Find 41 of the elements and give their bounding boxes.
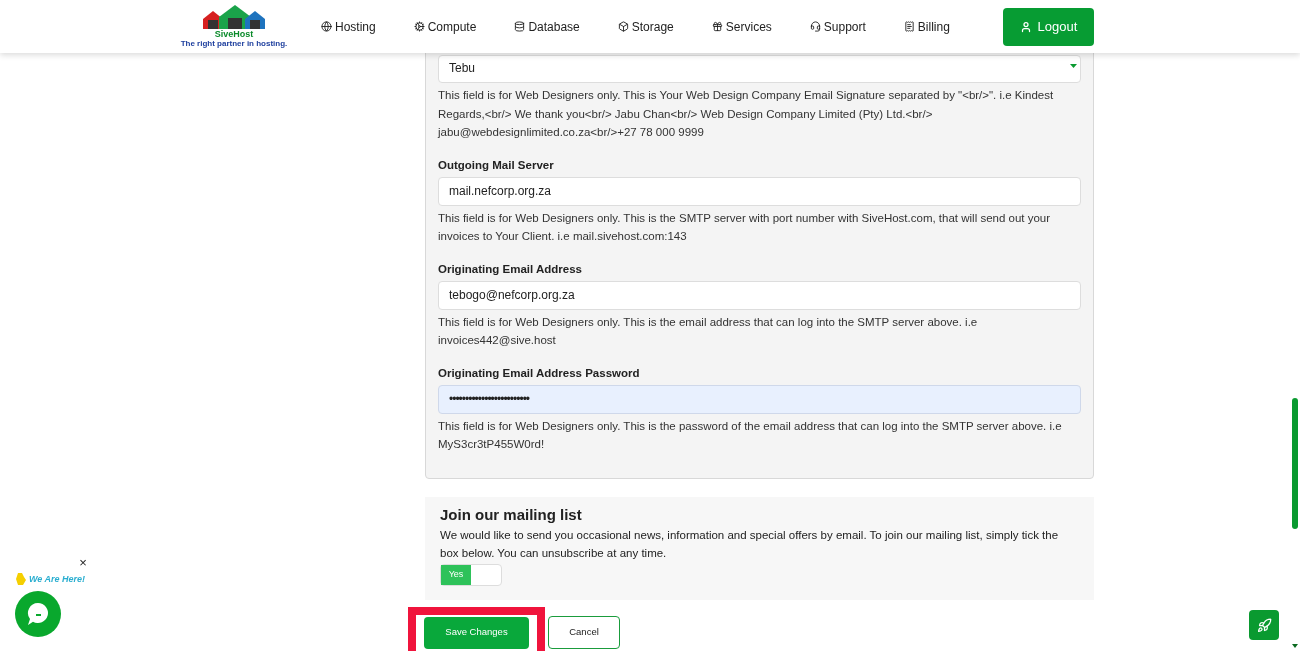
- text-field[interactable]: mail.nefcorp.org.za: [438, 176, 1081, 206]
- houses-logo-icon: [201, 5, 267, 29]
- text-field[interactable]: tebogo@nefcorp.org.za: [438, 280, 1081, 310]
- scroll-down-icon: [1292, 644, 1298, 648]
- receipt-icon: [903, 21, 915, 32]
- field-label: Originating Email Address: [438, 261, 583, 277]
- gear-icon: [413, 21, 425, 32]
- nav-link[interactable]: Billing: [903, 17, 950, 36]
- mailing-list-title: Join our mailing list: [440, 505, 583, 524]
- field-label: Originating Email Address Password: [438, 365, 641, 381]
- back-to-top-button[interactable]: [1249, 610, 1279, 640]
- signature-textarea[interactable]: Tebu: [438, 55, 1081, 83]
- nav-link[interactable]: Storage: [617, 17, 674, 36]
- field-help-text: This field is for Web Designers only. This is the password of the email address that can log into the SMTP server above. i.e MyS3cr3tP455W0rd!: [438, 418, 1063, 452]
- nav-link[interactable]: Hosting: [321, 17, 376, 36]
- box-icon: [617, 21, 629, 32]
- globe-icon: [321, 21, 332, 32]
- user-icon: [1019, 20, 1032, 33]
- field-help-text: This field is for Web Designers only. This is Your Web Design Company Email Signature separated by "<br/>". i.e Kindest Regards,<br/> We thank you<br/> Jabu Chan<br/> Web Design Company Limited (Pty) Ltd.<br/> jabu@webdesignlimited.co.za<br/>+27 78 000 9999: [438, 88, 1055, 140]
- scroll-down-icon: [1070, 64, 1077, 69]
- speech-bubble-icon: [27, 603, 49, 625]
- field-label: Outgoing Mail Server: [438, 157, 555, 173]
- gift-icon: [711, 21, 723, 32]
- headset-icon: [809, 21, 821, 32]
- rocket-icon: [1256, 617, 1272, 633]
- close-chat-button[interactable]: ×: [77, 556, 89, 570]
- logo-name: SiveHost: [214, 29, 254, 39]
- field-help-text: This field is for Web Designers only. This is the email address that can log into the SMTP server above. i.e invoices442@sive.host: [438, 314, 979, 348]
- nav-link[interactable]: Support: [809, 17, 866, 36]
- nav-link[interactable]: Database: [514, 17, 580, 36]
- database-icon: [514, 21, 526, 32]
- chat-greeting: We Are Here!: [29, 574, 86, 585]
- nav-link[interactable]: Services: [711, 17, 772, 36]
- logo-tagline: The right partner in hosting.: [180, 39, 288, 48]
- chat-button[interactable]: [15, 591, 61, 637]
- cancel-button[interactable]: Cancel: [548, 616, 620, 649]
- nav-link[interactable]: Compute: [413, 17, 477, 36]
- mailing-list-text: We would like to send you occasional news, information and special offers by email. To join our mailing list, simply tick the box below. You can unsubscribe at any time.: [440, 527, 1060, 561]
- logout-button[interactable]: Logout: [1003, 7, 1094, 46]
- password-field[interactable]: •••••••••••••••••••••••••: [438, 384, 1081, 414]
- field-help-text: This field is for Web Designers only. This is the SMTP server with port number with SiveHost.com, that will send out your invoices to Your Client. i.e mail.sivehost.com:143: [438, 210, 1052, 244]
